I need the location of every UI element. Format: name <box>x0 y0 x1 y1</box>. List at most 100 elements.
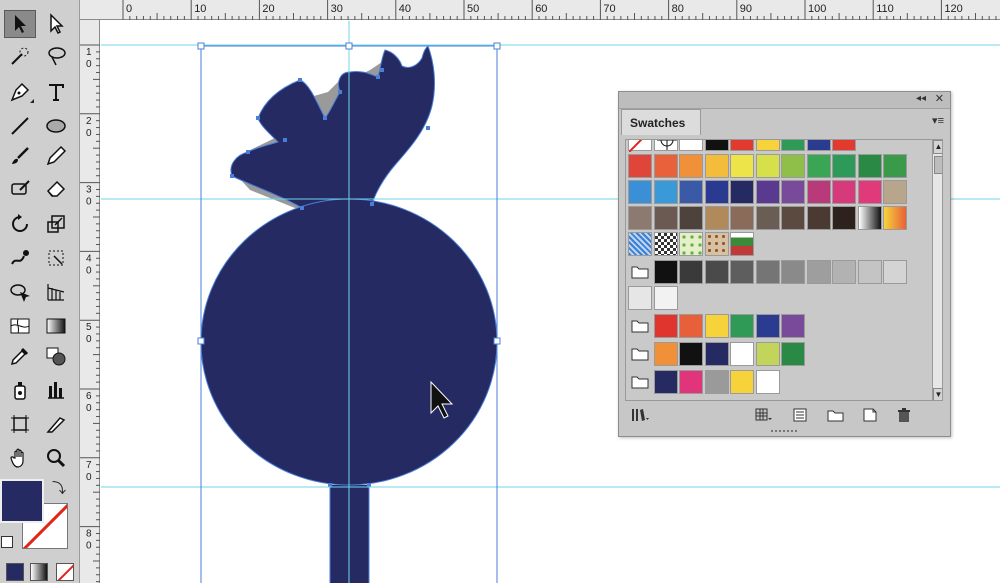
eraser-tool[interactable] <box>40 174 72 202</box>
swatch[interactable] <box>679 342 703 366</box>
swatch[interactable] <box>781 260 805 284</box>
swatch[interactable] <box>832 154 856 178</box>
swatch[interactable] <box>832 206 856 230</box>
paintbrush-tool[interactable] <box>4 142 36 170</box>
swatch[interactable] <box>806 154 831 178</box>
swatch[interactable] <box>679 180 703 204</box>
eyedropper-tool[interactable] <box>4 342 36 370</box>
collapse-panel-icon[interactable]: ◂◂ <box>916 93 926 104</box>
swatch[interactable] <box>628 206 652 230</box>
scroll-up-button[interactable]: ▲ <box>933 140 942 154</box>
gradient-tool[interactable] <box>40 312 72 340</box>
swatch[interactable] <box>704 370 729 394</box>
shape-builder-tool[interactable] <box>4 174 36 202</box>
swatch[interactable] <box>883 180 907 204</box>
swatch[interactable] <box>730 342 754 366</box>
shape-builder-tool-2[interactable] <box>4 278 36 306</box>
horizontal-ruler[interactable]: 0 10 20 30 40 50 60 70 80 90 100 110 120 <box>80 0 1000 20</box>
symbol-sprayer-tool[interactable] <box>4 376 36 404</box>
color-group-folder-icon[interactable] <box>628 342 652 366</box>
swatch[interactable] <box>704 180 729 204</box>
swatch[interactable] <box>781 342 805 366</box>
swatch[interactable] <box>832 180 856 204</box>
swatch[interactable] <box>628 232 652 256</box>
selection-tool[interactable] <box>4 10 36 38</box>
swatch[interactable] <box>704 342 729 366</box>
gradient-mode-button[interactable] <box>30 563 48 581</box>
swatch-libraries-icon[interactable] <box>631 406 649 424</box>
swatch[interactable] <box>781 140 805 151</box>
line-tool[interactable] <box>4 112 36 140</box>
swatch[interactable] <box>679 206 703 230</box>
swatch[interactable] <box>704 232 729 256</box>
swatch[interactable] <box>781 180 805 204</box>
swatch[interactable] <box>755 154 780 178</box>
swatch[interactable] <box>653 286 678 310</box>
swap-fill-stroke-icon[interactable]: ⤵ <box>52 478 66 498</box>
swatch[interactable] <box>653 140 678 151</box>
swatch[interactable] <box>806 260 831 284</box>
ellipse-tool[interactable] <box>40 112 72 140</box>
rotate-tool[interactable] <box>4 210 36 238</box>
swatch[interactable] <box>679 314 703 338</box>
show-swatch-kinds-icon[interactable] <box>755 406 773 424</box>
color-group-folder-icon[interactable] <box>628 314 652 338</box>
pencil-tool[interactable] <box>40 142 72 170</box>
lasso-tool[interactable] <box>40 42 72 70</box>
pen-tool[interactable] <box>4 78 36 106</box>
swatch[interactable] <box>653 314 678 338</box>
swatch[interactable] <box>704 314 729 338</box>
scroll-thumb[interactable] <box>934 156 942 174</box>
swatch[interactable] <box>730 140 754 151</box>
swatch[interactable] <box>628 180 652 204</box>
swatch[interactable] <box>806 206 831 230</box>
slice-tool[interactable] <box>40 410 72 438</box>
swatch[interactable] <box>653 154 678 178</box>
swatch[interactable] <box>755 206 780 230</box>
color-group-folder-icon[interactable] <box>628 260 652 284</box>
vertical-ruler[interactable]: 1020304050607080 <box>80 20 100 583</box>
swatch[interactable] <box>755 370 780 394</box>
swatch[interactable] <box>704 154 729 178</box>
swatch[interactable] <box>883 260 907 284</box>
swatch[interactable] <box>730 370 754 394</box>
swatch[interactable] <box>806 140 831 151</box>
swatch[interactable] <box>832 260 856 284</box>
blend-tool[interactable] <box>40 342 72 370</box>
swatch[interactable] <box>653 260 678 284</box>
swatch[interactable] <box>628 286 652 310</box>
magic-wand-tool[interactable] <box>4 42 36 70</box>
column-graph-tool[interactable] <box>40 376 72 404</box>
swatch[interactable] <box>653 180 678 204</box>
hand-tool[interactable] <box>4 444 36 472</box>
tab-swatches[interactable]: Swatches <box>621 109 701 135</box>
swatch[interactable] <box>730 154 754 178</box>
swatch[interactable] <box>857 180 882 204</box>
swatch[interactable] <box>704 206 729 230</box>
perspective-grid-tool[interactable] <box>40 278 72 306</box>
swatch[interactable] <box>679 140 703 151</box>
none-mode-button[interactable] <box>56 563 74 581</box>
swatch[interactable] <box>730 232 754 256</box>
close-panel-icon[interactable]: ✕ <box>935 92 944 105</box>
swatch[interactable] <box>883 206 907 230</box>
warp-tool[interactable] <box>4 244 36 272</box>
color-group-folder-icon[interactable] <box>628 370 652 394</box>
swatch[interactable] <box>704 260 729 284</box>
new-color-group-icon[interactable] <box>827 406 845 424</box>
swatch[interactable] <box>653 370 678 394</box>
swatch[interactable] <box>653 342 678 366</box>
swatch[interactable] <box>806 180 831 204</box>
panel-resize-grip[interactable] <box>769 428 799 434</box>
swatch[interactable] <box>755 180 780 204</box>
swatch[interactable] <box>653 232 678 256</box>
new-swatch-icon[interactable] <box>861 406 879 424</box>
type-tool[interactable] <box>40 78 72 106</box>
default-colors-icon[interactable] <box>1 536 13 548</box>
swatch[interactable] <box>781 154 805 178</box>
swatch[interactable] <box>857 154 882 178</box>
panel-menu-icon[interactable]: ▾≡ <box>932 114 944 127</box>
swatch[interactable] <box>679 370 703 394</box>
swatch[interactable] <box>653 206 678 230</box>
swatch[interactable] <box>781 314 805 338</box>
